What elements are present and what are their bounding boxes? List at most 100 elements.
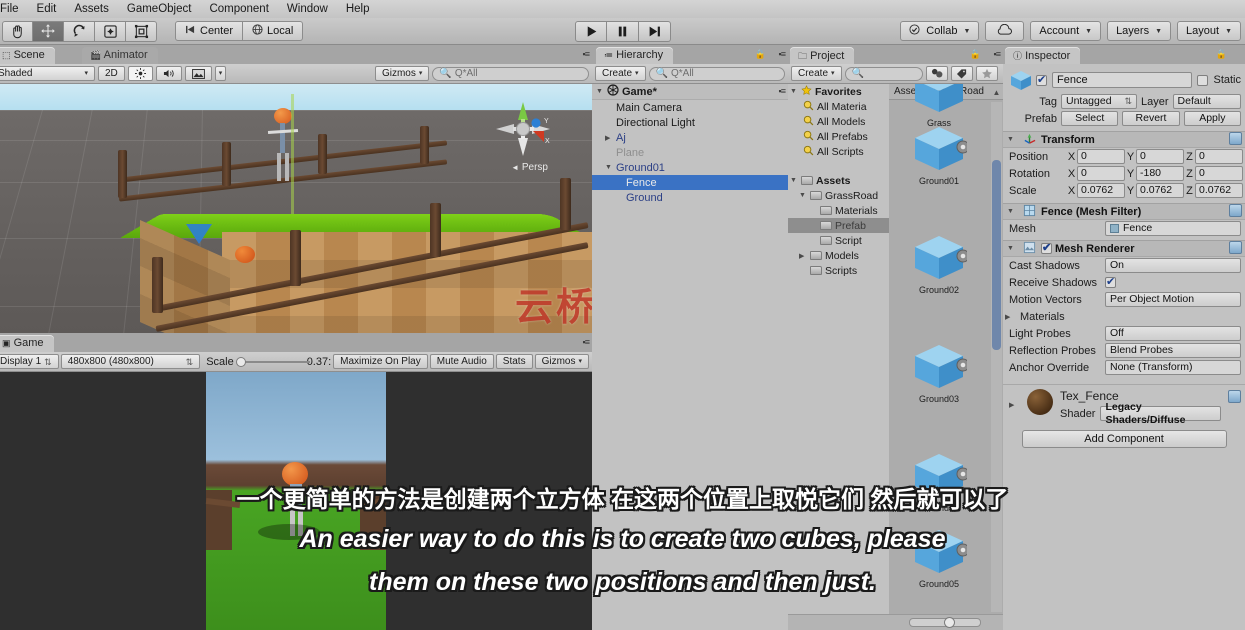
project-search-input[interactable]: 🔍	[844, 66, 923, 81]
pivot-mode-button[interactable]: Center	[175, 21, 244, 41]
lock-icon[interactable]: 🔒	[755, 49, 766, 60]
tab-scene[interactable]: ⬚ Scene	[0, 47, 55, 64]
list-item[interactable]: All Scripts	[788, 144, 889, 159]
object-name-field[interactable]: Fence	[1052, 72, 1193, 88]
project-favorites-row[interactable]: ▼ Favorites	[788, 84, 889, 99]
filter-by-label-icon[interactable]	[950, 66, 973, 81]
project-scrollbar[interactable]: ▲ ▼	[991, 88, 1002, 612]
hierarchy-tree[interactable]: ▼ Game* ▪≡ Main Camera Directional Light…	[592, 84, 788, 630]
asset-item[interactable]: Ground02	[903, 233, 975, 295]
pause-button[interactable]	[607, 20, 639, 42]
asset-item[interactable]: Ground01	[903, 124, 975, 186]
account-button[interactable]: Account ▼	[1030, 21, 1102, 41]
layout-button[interactable]: Layout ▼	[1177, 21, 1241, 41]
asset-item[interactable]: Ground03	[903, 342, 975, 404]
project-asset-grid[interactable]: Assets › GrassRoad Grass Ground01	[889, 84, 1003, 614]
motion-vectors-dropdown[interactable]: Per Object Motion	[1105, 292, 1241, 307]
collab-button[interactable]: Collab ▼	[900, 21, 980, 41]
foldout-icon[interactable]: ▼	[1007, 136, 1018, 143]
rotate-tool-icon[interactable]	[64, 20, 95, 42]
tab-game[interactable]: ▣ Game	[0, 335, 54, 352]
hierarchy-panel-menu-icon[interactable]: ▪≡	[779, 49, 787, 59]
lighting-icon[interactable]	[127, 66, 153, 81]
position-z-field[interactable]: 0	[1195, 149, 1243, 164]
scroll-up-arrow-icon[interactable]: ▲	[992, 88, 1001, 98]
hand-tool-icon[interactable]	[2, 20, 33, 42]
filter-by-type-icon[interactable]	[925, 66, 948, 81]
object-enabled-checkbox[interactable]	[1036, 73, 1047, 86]
foldout-icon[interactable]: ▶	[1009, 401, 1020, 409]
foldout-icon[interactable]: ▼	[790, 177, 801, 184]
step-button[interactable]	[639, 20, 671, 42]
component-help-icon[interactable]	[1229, 203, 1242, 220]
project-zoom-slider[interactable]	[909, 617, 981, 628]
transform-component-header[interactable]: ▼ Transform	[1003, 131, 1245, 148]
asset-item[interactable]: Grass	[903, 84, 975, 128]
rotation-x-field[interactable]: 0	[1077, 166, 1125, 181]
foldout-icon[interactable]: ▼	[605, 164, 616, 171]
foldout-icon[interactable]: ▼	[790, 88, 801, 95]
position-y-field[interactable]: 0	[1136, 149, 1184, 164]
tab-animator[interactable]: 🎬 Animator	[82, 47, 158, 64]
list-item[interactable]: ▼ GrassRoad	[788, 188, 889, 203]
layer-dropdown[interactable]: Default	[1172, 94, 1241, 109]
add-component-button[interactable]: Add Component	[1021, 430, 1227, 448]
lock-icon[interactable]: 🔒	[1216, 49, 1227, 60]
project-folder-tree[interactable]: ▼ Favorites All Materia All Models All P…	[788, 84, 889, 614]
effects-icon[interactable]	[184, 66, 212, 81]
scale-x-field[interactable]: 0.0762	[1077, 183, 1125, 198]
receive-shadows-checkbox[interactable]	[1105, 275, 1116, 288]
list-item[interactable]: ▼ Ground01	[592, 160, 788, 175]
game-panel-menu-icon[interactable]: ▪≡	[583, 337, 591, 347]
foldout-icon[interactable]: ▼	[596, 88, 607, 95]
hierarchy-search-input[interactable]: 🔍 Q*All	[648, 66, 785, 81]
scene-row-menu-icon[interactable]: ▪≡	[779, 86, 787, 96]
tag-dropdown[interactable]: Untagged ⇅	[1061, 94, 1137, 109]
shader-dropdown[interactable]: Legacy Shaders/Diffuse	[1100, 401, 1221, 426]
light-probes-dropdown[interactable]: Off	[1105, 326, 1241, 341]
effects-dropdown-arrow[interactable]: ▾	[214, 66, 227, 81]
draw-mode-dropdown[interactable]: Shaded ▾	[0, 66, 95, 81]
tab-project[interactable]: 🗀 Project	[790, 47, 855, 64]
hierarchy-scene-row[interactable]: ▼ Game* ▪≡	[592, 84, 788, 100]
tab-inspector[interactable]: ⓘ Inspector	[1005, 47, 1081, 64]
foldout-icon[interactable]: ▼	[799, 192, 810, 199]
list-item[interactable]: All Prefabs	[788, 129, 889, 144]
static-checkbox[interactable]	[1197, 74, 1209, 86]
prefab-select-button[interactable]: Select	[1061, 111, 1119, 126]
mesh-renderer-enabled-checkbox[interactable]	[1041, 241, 1052, 254]
mute-audio-button[interactable]: Mute Audio	[429, 354, 494, 369]
rect-tool-icon[interactable]	[126, 20, 157, 42]
materials-foldout-row[interactable]: ▶ Materials	[1003, 308, 1245, 325]
toggle-2d-button[interactable]: 2D	[98, 66, 125, 81]
mesh-object-field[interactable]: Fence	[1105, 221, 1241, 236]
foldout-icon[interactable]: ▼	[1007, 245, 1018, 252]
component-help-icon[interactable]	[1229, 240, 1242, 257]
tab-hierarchy[interactable]: ≔ Hierarchy	[596, 47, 674, 64]
list-item[interactable]: Plane	[592, 145, 788, 160]
menu-item-edit[interactable]: Edit	[28, 0, 66, 18]
asset-item[interactable]: Ground04	[903, 451, 975, 513]
rotation-y-field[interactable]: -180	[1136, 166, 1184, 181]
hierarchy-item-fence-selected[interactable]: Fence	[592, 175, 788, 190]
list-item[interactable]: All Materia	[788, 99, 889, 114]
reflection-probes-dropdown[interactable]: Blend Probes	[1105, 343, 1241, 358]
maximize-on-play-button[interactable]: Maximize On Play	[333, 354, 428, 369]
layers-button[interactable]: Layers ▼	[1107, 21, 1172, 41]
space-mode-button[interactable]: Local	[243, 21, 304, 41]
list-item[interactable]: Ground	[592, 190, 788, 205]
project-panel-menu-icon[interactable]: ▪≡	[994, 49, 1002, 59]
foldout-icon[interactable]: ▶	[1005, 313, 1016, 321]
menu-item-file[interactable]: File	[0, 0, 28, 18]
mesh-renderer-component-header[interactable]: ▼ Mesh Renderer	[1003, 240, 1245, 257]
scale-slider[interactable]	[235, 355, 310, 369]
scene-orientation-gizmo[interactable]: Y X	[492, 98, 554, 160]
anchor-override-field[interactable]: None (Transform)	[1105, 360, 1241, 375]
play-button[interactable]	[575, 20, 607, 42]
scale-tool-icon[interactable]	[95, 20, 126, 42]
list-item[interactable]: ▶ Aj	[592, 130, 788, 145]
foldout-icon[interactable]: ▶	[605, 134, 616, 142]
cast-shadows-dropdown[interactable]: On	[1105, 258, 1241, 273]
list-item[interactable]: Main Camera	[592, 100, 788, 115]
list-item[interactable]: ▶ Models	[788, 248, 889, 263]
